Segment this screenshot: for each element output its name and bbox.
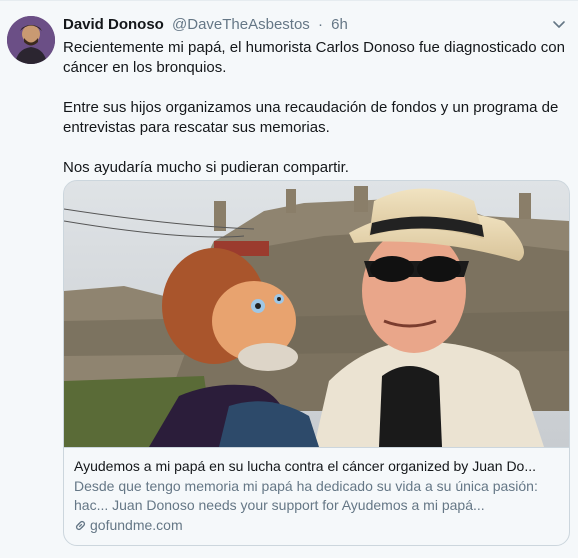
link-icon [75, 520, 86, 531]
card-domain[interactable]: gofundme.com [74, 516, 559, 535]
tweet-time[interactable]: 6h [331, 16, 348, 33]
tweet-paragraph: Recientemente mi papá, el humorista Carl… [63, 39, 565, 76]
chevron-down-icon[interactable] [550, 15, 568, 33]
card-image[interactable] [64, 181, 569, 447]
tweet-paragraph: Entre sus hijos organizamos una recaudac… [63, 99, 559, 136]
card-title[interactable]: Ayudemos a mi papá en su lucha contra el… [74, 457, 559, 476]
author-handle[interactable]: @DaveTheAsbestos [172, 16, 310, 33]
tweet-text: Recientemente mi papá, el humorista Carl… [63, 38, 568, 198]
card-description: Desde que tengo memoria mi papá ha dedic… [74, 478, 538, 513]
card-meta[interactable]: Ayudemos a mi papá en su lucha contra el… [64, 447, 569, 535]
tweet[interactable]: David Donoso @DaveTheAsbestos · 6h Recie… [0, 0, 578, 558]
tweet-header: David Donoso @DaveTheAsbestos · 6h [63, 15, 568, 35]
card-domain-text[interactable]: gofundme.com [90, 516, 183, 535]
author-name[interactable]: David Donoso [63, 16, 164, 33]
avatar-image [7, 16, 55, 64]
tweet-paragraph: Nos ayudaría mucho si pudieran compartir… [63, 159, 349, 176]
separator-dot: · [317, 16, 323, 33]
avatar[interactable] [7, 16, 55, 64]
link-card[interactable]: Ayudemos a mi papá en su lucha contra el… [63, 180, 570, 546]
